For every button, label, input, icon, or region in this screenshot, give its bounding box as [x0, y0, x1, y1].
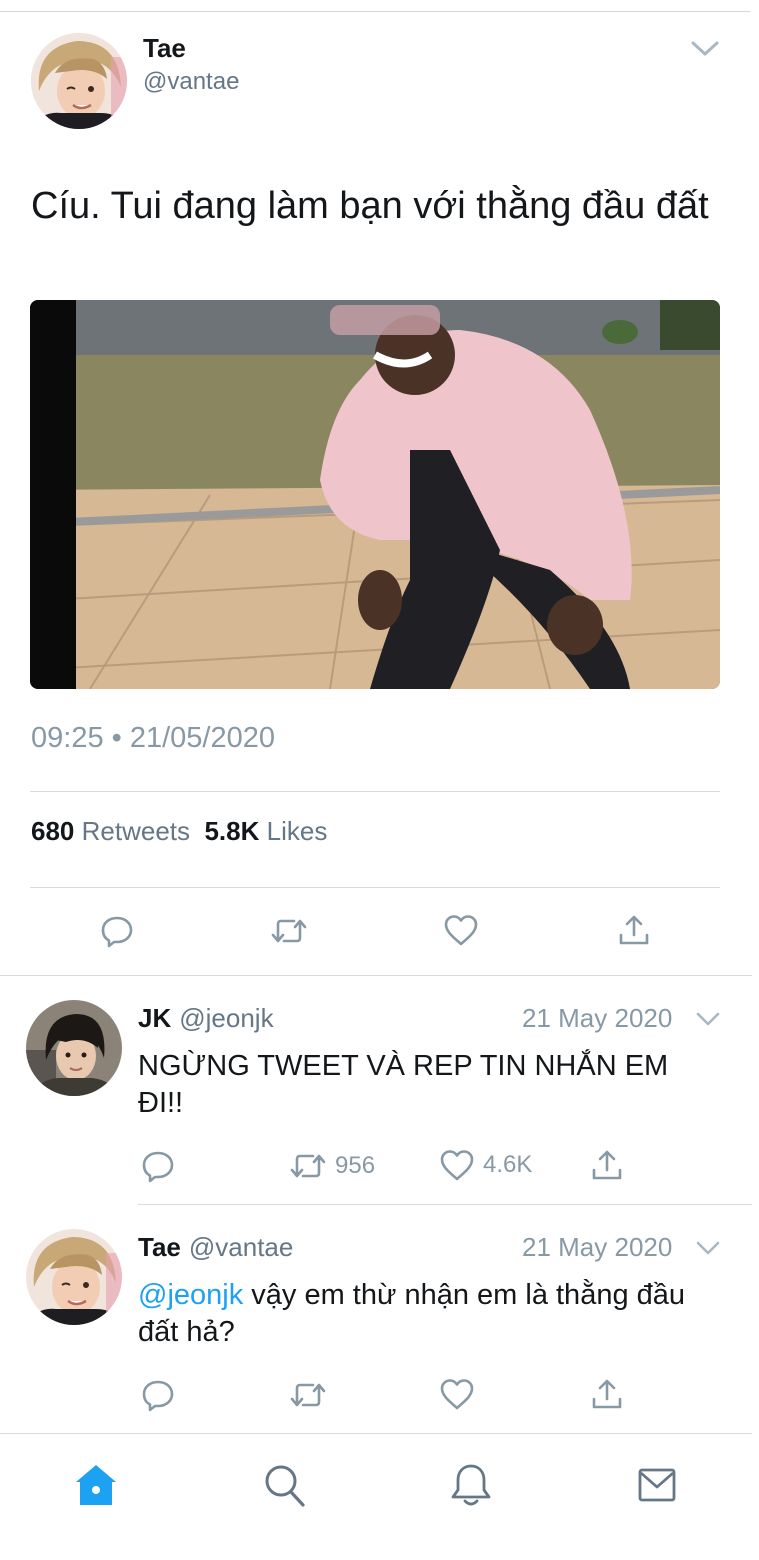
reply-avatar[interactable] [26, 1229, 122, 1325]
divider [30, 887, 720, 888]
reply-author-name[interactable]: JK [138, 1003, 171, 1033]
bell-icon [451, 1464, 491, 1506]
home-icon [76, 1465, 116, 1505]
tweet-text: Cíu. Tui đang làm bạn với thằng đầu đất [31, 185, 709, 227]
top-divider [0, 11, 750, 12]
retweet-icon [290, 1383, 326, 1407]
mention-link[interactable]: @jeonjk [138, 1279, 243, 1311]
reply-header: Tae @vantae [138, 1232, 293, 1263]
retweets-label: Retweets [81, 816, 191, 846]
search-icon [265, 1465, 305, 1507]
tab-search[interactable] [262, 1462, 306, 1508]
divider [0, 975, 752, 976]
reply-text: NGỪNG TWEET VÀ REP TIN NHẮN EM ĐI!! [138, 1050, 669, 1119]
likes-label: Likes [266, 816, 328, 846]
reply-button[interactable] [99, 913, 135, 949]
reply-button[interactable] [140, 1148, 176, 1184]
reply-icon [142, 1380, 174, 1412]
reply-date: 21 May 2020 [522, 1232, 673, 1262]
tweet-timestamp: 09:25 • 21/05/2020 [31, 722, 275, 754]
retweets-stat[interactable]: 680 Retweets [31, 816, 190, 846]
share-icon [592, 1379, 622, 1409]
reply-icon [101, 916, 133, 948]
tab-notifications[interactable] [449, 1462, 493, 1508]
retweet-icon [290, 1154, 326, 1178]
divider [138, 1204, 752, 1205]
reply-icon [142, 1151, 174, 1183]
chevron-down-icon[interactable] [695, 1239, 721, 1257]
reply-author-handle[interactable]: @jeonjk [179, 1003, 273, 1033]
retweet-button[interactable] [289, 1378, 327, 1412]
share-button[interactable] [617, 913, 651, 947]
reply-date: 21 May 2020 [522, 1003, 673, 1033]
heart-icon [440, 1379, 474, 1410]
share-button[interactable] [590, 1148, 624, 1182]
reply-button[interactable] [140, 1377, 176, 1413]
reply-author-handle[interactable]: @vantae [189, 1232, 293, 1262]
author-avatar[interactable] [31, 33, 127, 129]
share-icon [592, 1150, 622, 1180]
reply-text: @jeonjk vậy em thừ nhận em là thằng đầu … [138, 1277, 718, 1351]
heart-icon [444, 915, 478, 946]
reply-avatar[interactable] [26, 1000, 122, 1096]
chevron-down-icon[interactable] [695, 1010, 721, 1028]
retweet-button[interactable] [270, 914, 308, 948]
tab-home[interactable] [74, 1462, 118, 1508]
retweet-button[interactable]: 956 [289, 1149, 375, 1183]
reply-author-name[interactable]: Tae [138, 1232, 181, 1262]
tab-bar-divider [0, 1433, 752, 1434]
author-name[interactable]: Tae [143, 33, 186, 64]
chevron-down-icon[interactable] [690, 38, 720, 58]
like-button[interactable] [443, 913, 479, 947]
share-button[interactable] [590, 1377, 624, 1411]
share-icon [619, 915, 649, 945]
retweets-count: 680 [31, 816, 75, 846]
retweet-icon [271, 919, 307, 943]
tweet-media-image[interactable] [30, 300, 720, 689]
tweet-stats: 680 Retweets 5.8K Likes [31, 816, 327, 847]
retweet-count: 956 [335, 1152, 376, 1179]
reply-header: JK @jeonjk [138, 1003, 274, 1034]
tab-messages[interactable] [636, 1462, 680, 1508]
likes-stat[interactable]: 5.8K Likes [204, 816, 327, 846]
heart-icon [440, 1150, 474, 1181]
divider [30, 791, 720, 792]
mail-icon [638, 1468, 676, 1502]
author-handle[interactable]: @vantae [143, 68, 239, 96]
likes-count: 5.8K [204, 816, 260, 846]
like-count: 4.6K [483, 1151, 533, 1178]
like-button[interactable] [439, 1377, 475, 1411]
like-button[interactable]: 4.6K [439, 1148, 532, 1182]
